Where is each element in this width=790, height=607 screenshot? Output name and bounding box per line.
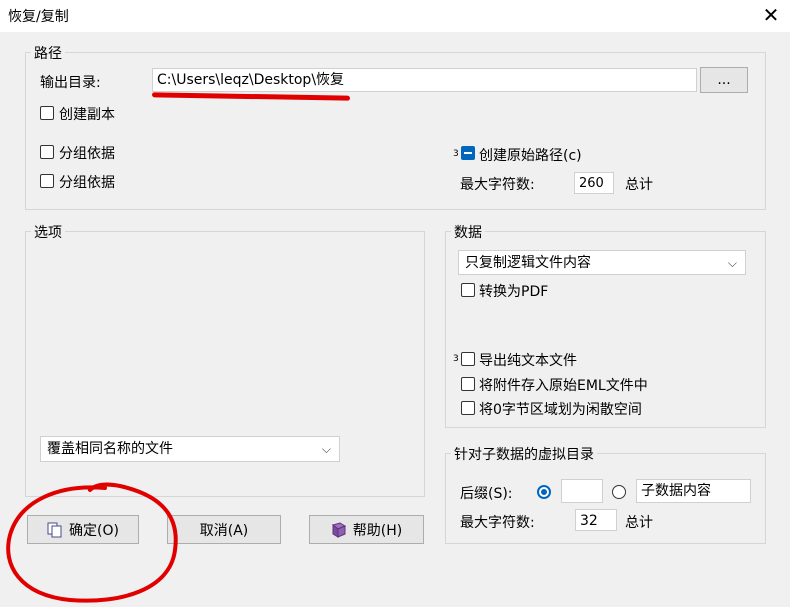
- data-group-legend: 数据: [451, 222, 485, 242]
- close-icon[interactable]: ✕: [760, 2, 782, 28]
- path-group-legend: 路径: [31, 43, 65, 63]
- help-button[interactable]: 帮助(H): [309, 515, 424, 544]
- attach-eml-checkbox[interactable]: [461, 377, 475, 391]
- max-chars-label: 最大字符数:: [460, 177, 535, 193]
- copy-mode-select-value: 只复制逻辑文件内容: [465, 255, 591, 271]
- browse-button[interactable]: ...: [700, 67, 748, 93]
- help-book-icon: [331, 521, 346, 538]
- chevron-down-icon: ⌵: [727, 256, 737, 270]
- convert-pdf-label: 转换为PDF: [479, 284, 549, 300]
- virtual-max-chars-input[interactable]: 32: [575, 509, 617, 531]
- create-original-path-label: 创建原始路径(c): [479, 148, 582, 164]
- virtual-dir-group-legend: 针对子数据的虚拟目录: [451, 444, 597, 464]
- marker-3: 3: [453, 149, 459, 159]
- suffix-input[interactable]: [561, 479, 603, 503]
- output-dir-input[interactable]: C:\Users\leqz\Desktop\恢复: [152, 68, 697, 92]
- create-copy-checkbox[interactable]: [40, 106, 54, 120]
- virtual-max-chars-label: 最大字符数:: [460, 515, 535, 531]
- suffix-label: 后缀(S):: [460, 486, 513, 502]
- create-copy-label: 创建副本: [59, 107, 115, 123]
- group-by-label-2: 分组依据: [59, 175, 115, 191]
- child-content-radio[interactable]: [612, 485, 626, 499]
- attach-eml-label: 将附件存入原始EML文件中: [479, 378, 648, 394]
- copy-mode-select[interactable]: 只复制逻辑文件内容 ⌵: [458, 250, 746, 275]
- zero-byte-checkbox[interactable]: [461, 401, 475, 415]
- window-title: 恢复/复制: [8, 9, 69, 25]
- export-text-checkbox[interactable]: [461, 352, 475, 366]
- marker-3-data: 3: [453, 354, 459, 364]
- overwrite-select-value: 覆盖相同名称的文件: [47, 441, 173, 457]
- virtual-total-label: 总计: [625, 515, 653, 531]
- overwrite-select[interactable]: 覆盖相同名称的文件 ⌵: [40, 436, 340, 462]
- group-by-checkbox-1[interactable]: [40, 145, 54, 159]
- zero-byte-label: 将0字节区域划为闲散空间: [479, 402, 642, 418]
- group-by-label-1: 分组依据: [59, 146, 115, 162]
- child-content-input[interactable]: 子数据内容: [636, 479, 751, 503]
- red-circle-annotation: [6, 482, 178, 603]
- title-bar: [0, 0, 790, 32]
- cancel-button-label: 取消(A): [199, 522, 249, 539]
- suffix-radio[interactable]: [537, 485, 551, 499]
- convert-pdf-checkbox[interactable]: [461, 283, 475, 297]
- create-original-path-checkbox[interactable]: [461, 146, 475, 160]
- total-label: 总计: [625, 177, 653, 193]
- options-group-legend: 选项: [31, 222, 65, 242]
- output-dir-label: 输出目录:: [40, 75, 101, 91]
- chevron-down-icon: ⌵: [321, 442, 331, 456]
- help-button-label: 帮助(H): [352, 522, 403, 539]
- max-chars-input[interactable]: 260: [574, 172, 614, 194]
- export-text-label: 导出纯文本文件: [479, 353, 577, 369]
- group-by-checkbox-2[interactable]: [40, 174, 54, 188]
